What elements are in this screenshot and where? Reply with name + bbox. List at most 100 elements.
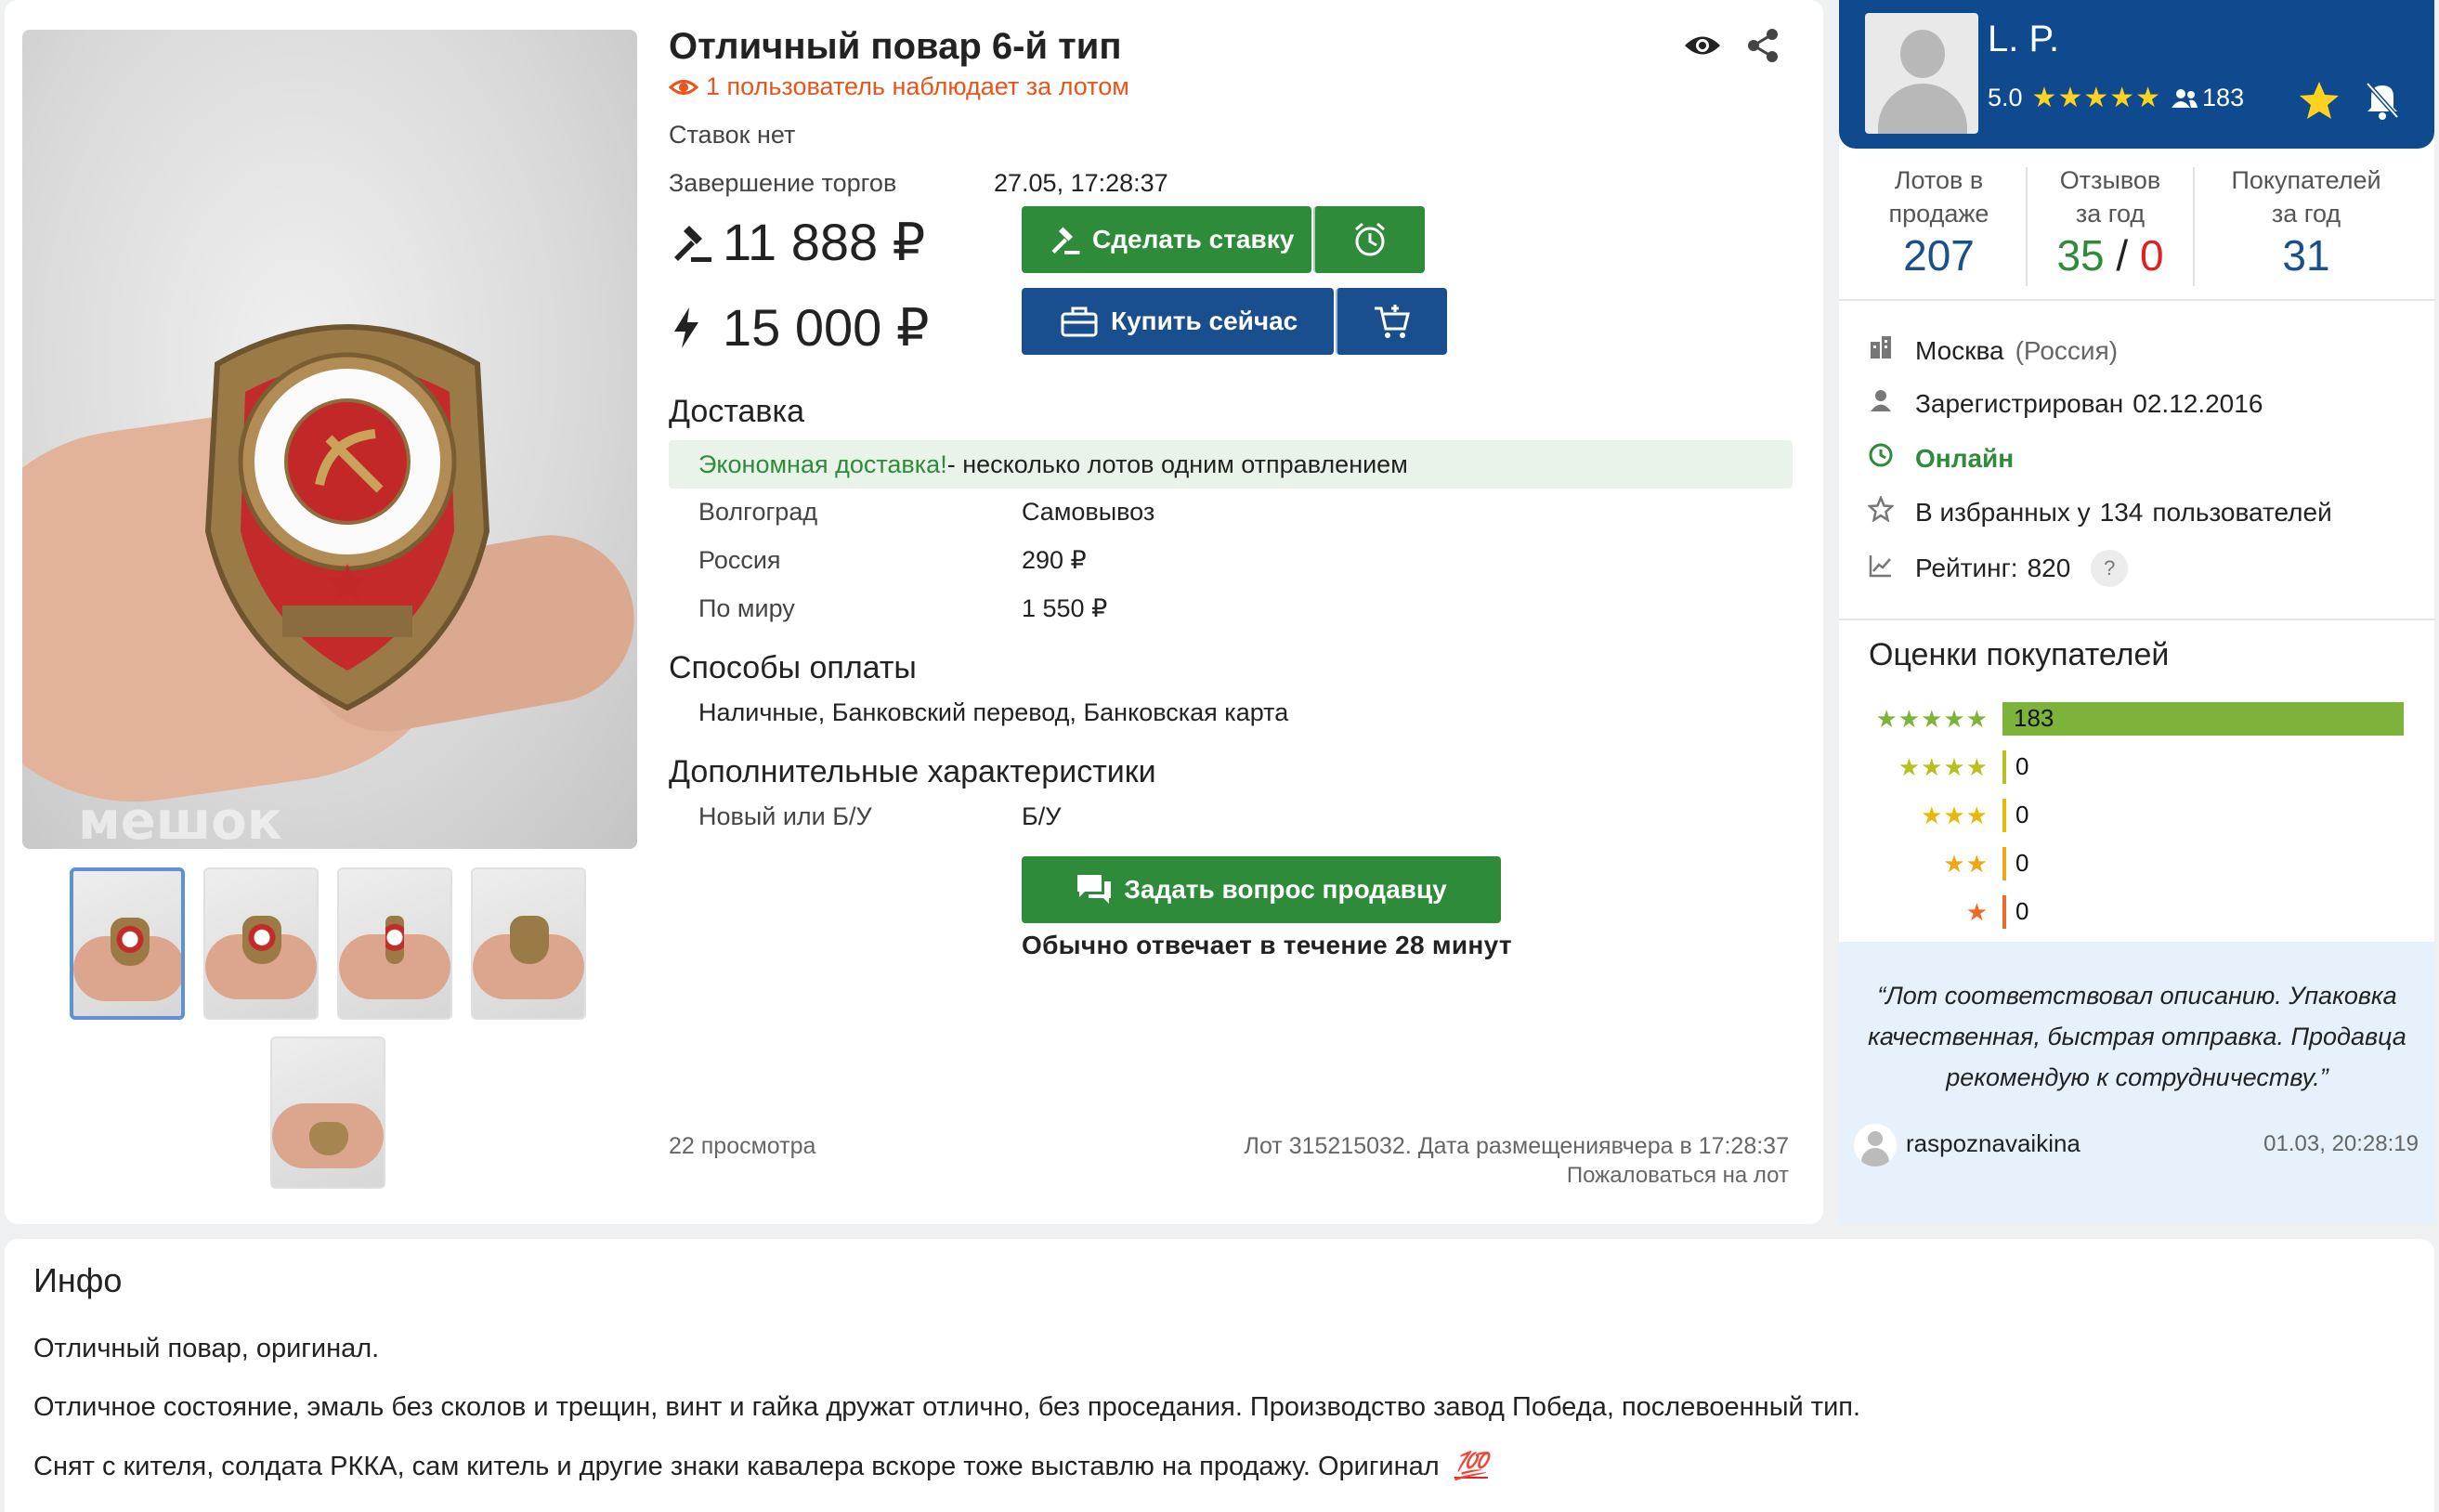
rating-row[interactable]: ★★★★★ — [1853, 702, 1989, 736]
stat-label: продаже — [1888, 200, 1989, 228]
buy-now-label: Купить сейчас — [1111, 306, 1298, 335]
bid-reminder-button[interactable] — [1313, 206, 1425, 273]
payment-methods: Наличные, Банковский перевод, Банковская… — [698, 698, 1289, 726]
condition-label: Новый или Б/У — [698, 802, 872, 830]
response-time: Обычно отвечает в течение 28 минут — [1022, 931, 1512, 959]
economy-delivery-rest: - несколько лотов одним отправлением — [946, 450, 1408, 478]
stat-label: Отзывов — [2059, 166, 2161, 194]
badge-image — [204, 324, 490, 711]
main-photo[interactable]: мешок — [22, 30, 637, 849]
gavel-icon — [674, 226, 711, 262]
delivery-region: Волгоград — [698, 498, 818, 526]
thumbnail-5[interactable] — [270, 1036, 385, 1189]
rating-count: 0 — [2015, 897, 2029, 925]
favorites-count: 134 — [2099, 497, 2144, 527]
payment-title: Способы оплаты — [669, 650, 917, 685]
seller-rating-score: Рейтинг: 820 ? — [1867, 550, 2129, 587]
review-text: “Лот соответствовал описанию. Упаковка к… — [1868, 982, 2406, 1091]
stat-value: 31 — [2282, 231, 2330, 280]
delivery-title: Доставка — [669, 394, 805, 429]
thumbnail-1[interactable] — [70, 867, 185, 1020]
stat-label: Покупателей — [2231, 166, 2381, 194]
cart-add-icon — [1375, 305, 1410, 338]
review-date: 01.03, 20:28:19 — [2263, 1131, 2419, 1156]
rating-row-stars: ★★ — [1943, 849, 1989, 878]
rating-count: 0 — [2015, 752, 2029, 780]
condition-value: Б/У — [1022, 802, 1062, 830]
buy-now-button[interactable]: Купить сейчас — [1022, 288, 1334, 355]
economy-delivery-banner: Экономная доставка! - несколько лотов од… — [669, 440, 1793, 489]
ask-seller-label: Задать вопрос продавцу — [1124, 875, 1447, 904]
report-lot-link[interactable]: Пожаловаться на лот — [1300, 1163, 1789, 1189]
seller-stars: ★★★★★ — [2031, 83, 2162, 113]
rating-bar — [2002, 750, 2006, 784]
rating-count: 0 — [2015, 849, 2029, 877]
delivery-price: 1 550 ₽ — [1022, 594, 1108, 622]
stat-reviews-year[interactable]: Отзывов за год 35 / 0 — [2028, 163, 2193, 280]
info-paragraph: Отличное состояние, эмаль без сколов и т… — [33, 1392, 1861, 1422]
rating-bar — [2002, 895, 2006, 929]
economy-delivery-highlight: Экономная доставка! — [698, 450, 947, 478]
rating-bar — [2002, 847, 2006, 880]
buy-now-price-row: 15 000 ₽ — [669, 297, 929, 358]
rating-row[interactable]: ★★★★ — [1853, 750, 1989, 784]
seller-registered: Зарегистрирован 02.12.2016 — [1867, 388, 2263, 419]
lot-meta: Лот 315215032. Дата размещения вчера в 1… — [1161, 1133, 1789, 1160]
current-price: 11 888 ₽ — [723, 213, 926, 271]
rating-row[interactable]: ★★ — [1853, 847, 1989, 880]
seller-location: Москва (Россия) — [1867, 334, 2118, 367]
stat-lots-on-sale[interactable]: Лотов в продаже 207 — [1839, 163, 2039, 280]
delivery-price: 290 ₽ — [1022, 546, 1087, 574]
rating-bar — [2002, 702, 2404, 736]
registered-label: Зарегистрирован — [1915, 388, 2124, 418]
rating-row[interactable]: ★★★ — [1853, 799, 1989, 832]
reviewer-avatar — [1854, 1124, 1897, 1167]
online-text: Онлайн — [1915, 443, 2015, 473]
views-count: 22 просмотра — [669, 1133, 816, 1159]
thumbnail-3[interactable] — [337, 867, 452, 1020]
share-icon[interactable] — [1746, 28, 1780, 63]
reviewer-name[interactable]: raspoznavaikina — [1906, 1129, 2080, 1158]
stat-label: за год — [2075, 200, 2146, 228]
seller-name[interactable]: L. P. — [1988, 19, 2059, 60]
favorite-star-icon[interactable] — [2298, 80, 2341, 121]
lightning-icon — [674, 307, 698, 348]
place-bid-button[interactable]: Сделать ставку — [1022, 206, 1311, 273]
seller-country: (Россия) — [2015, 335, 2119, 365]
rating-count: 183 — [2014, 704, 2054, 732]
registered-date: 02.12.2016 — [2132, 388, 2263, 418]
users-icon — [2172, 88, 2198, 108]
rating-value: 820 — [2027, 554, 2071, 582]
stat-buyers-year[interactable]: Покупателей за год 31 — [2195, 163, 2418, 280]
positive-reviews: 35 — [2056, 231, 2105, 280]
info-paragraph-text: Снят с кителя, солдата РККА, сам китель … — [33, 1452, 1440, 1481]
rating-row[interactable]: ★ — [1853, 895, 1989, 929]
reviews-separator: / — [2116, 231, 2129, 280]
seller-favorites: В избранных у 134 пользователей — [1866, 494, 2332, 528]
add-to-cart-button[interactable] — [1336, 288, 1447, 355]
info-title: Инфо — [33, 1261, 123, 1299]
city-icon — [1867, 334, 1895, 367]
delivery-region: По миру — [698, 594, 795, 622]
briefcase-icon — [1061, 306, 1098, 337]
lot-info: Лот 315215032. Дата размещения — [1244, 1133, 1611, 1159]
buyer-ratings-title: Оценки покупателей — [1869, 637, 2170, 672]
info-paragraph-last: Снят с кителя, солдата РККА, сам китель … — [33, 1451, 1488, 1482]
negative-reviews: 0 — [2139, 231, 2164, 280]
seller-avatar[interactable] — [1865, 13, 1978, 134]
lot-title: Отличный повар 6-й тип — [669, 26, 1122, 67]
watchers-line: 1 пользователь наблюдает за лотом — [669, 72, 1129, 101]
thumbnail-4[interactable] — [471, 867, 586, 1020]
seller-city: Москва — [1915, 335, 2004, 365]
mute-bell-icon[interactable] — [2364, 80, 2401, 121]
rating-row-stars: ★★★★ — [1898, 752, 1989, 781]
rating-count: 0 — [2015, 801, 2029, 828]
rating-row-stars: ★★★ — [1921, 801, 1989, 829]
rating-label: Рейтинг: — [1915, 554, 2018, 582]
watchers-text: 1 пользователь наблюдает за лотом — [706, 72, 1129, 100]
ask-seller-button[interactable]: Задать вопрос продавцу — [1022, 856, 1501, 923]
rating-help-button[interactable]: ? — [2091, 550, 2129, 587]
thumbnail-2[interactable] — [203, 867, 319, 1020]
watch-eye-icon[interactable] — [1683, 32, 1722, 59]
end-label: Завершение торгов — [669, 169, 897, 197]
